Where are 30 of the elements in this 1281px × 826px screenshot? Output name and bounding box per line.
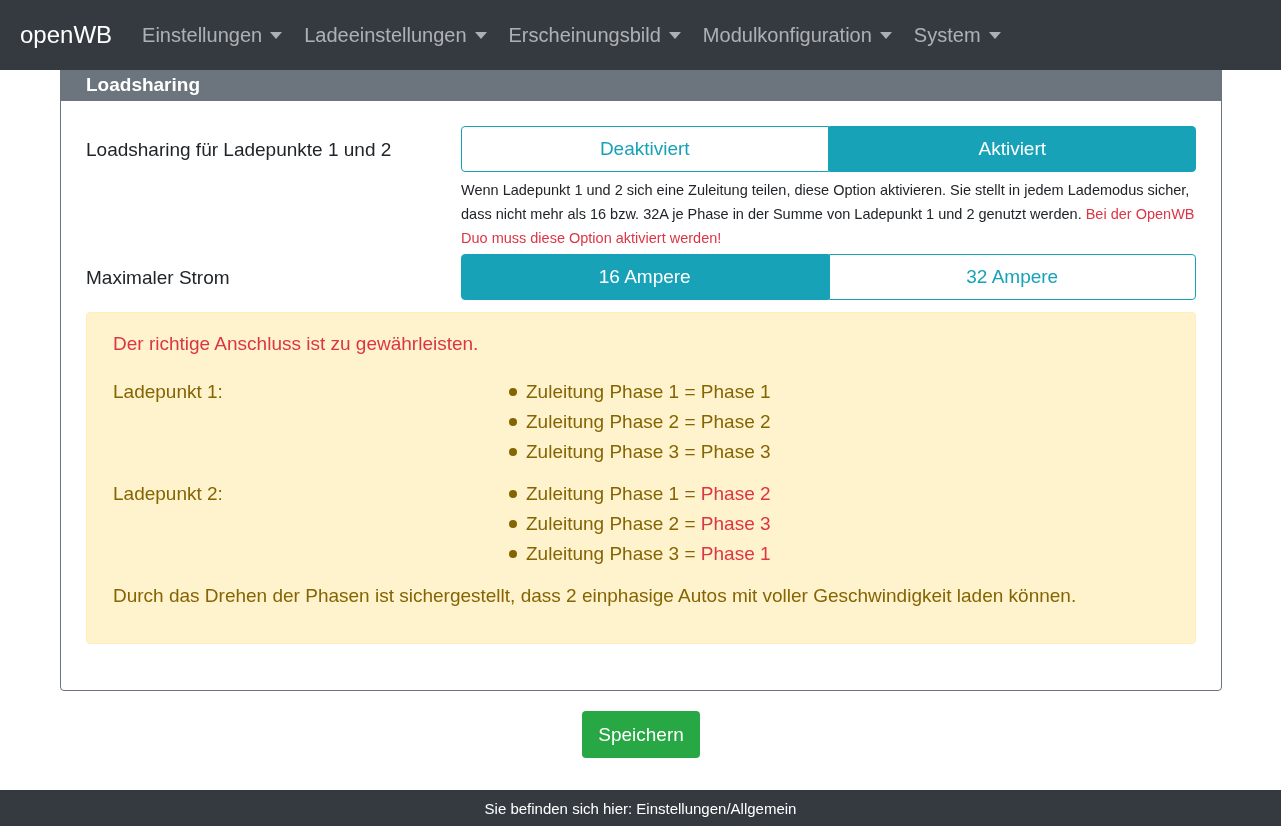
note-text: Durch das Drehen der Phasen ist sichergestellt, dass 2 einphasige Autos mit voller Geschwindigkeit laden können. — [113, 585, 1078, 607]
bullet-icon — [509, 418, 517, 426]
caret-icon — [988, 31, 1001, 39]
caret-icon — [474, 31, 487, 39]
chargepoint-label: Ladepunkt 2: — [113, 483, 224, 506]
phase-mapping: Zuleitung Phase 1 = Phase 1 — [526, 381, 771, 403]
breadcrumb-footer: Sie befinden sich hier: Einstellungen/Allgemein — [0, 790, 1281, 826]
save-button[interactable]: Speichern — [582, 711, 700, 758]
caret-icon — [270, 31, 283, 39]
caret-icon — [879, 31, 892, 39]
caret-icon — [668, 31, 681, 39]
phase-mapping: Zuleitung Phase 3 = Phase 3 — [526, 441, 771, 463]
toggle-option[interactable]: Deaktiviert — [461, 126, 829, 172]
toggle-option[interactable]: 32 Ampere — [828, 254, 1196, 300]
chargepoint-label: Ladepunkt 1: — [113, 381, 224, 404]
phase-mapping: Zuleitung Phase 3 = Phase 1 — [526, 543, 771, 565]
bullet-icon — [509, 520, 517, 528]
bullet-icon — [509, 550, 517, 558]
phase-mapping: Zuleitung Phase 2 = Phase 3 — [526, 513, 771, 535]
setting-label: Loadsharing für Ladepunkte 1 und 2 — [86, 138, 393, 162]
bullet-icon — [509, 448, 517, 456]
help-text: Wenn Ladepunkt 1 und 2 sich eine Zuleitung teilen, diese Option aktivieren. Sie stellt in jedem Lademodus sicher, dass nicht mehr als 16 bzw. 32A je Phase in der Summe von Ladepunkt 1 und 2 genutzt werden. Bei der OpenWB Duo muss diese Option aktiviert werden! — [461, 181, 1196, 248]
toggle-option[interactable]: Aktiviert — [828, 126, 1196, 172]
warning-text: Der richtige Anschluss ist zu gewährleisten. — [113, 333, 480, 355]
setting-label: Maximaler Strom — [86, 266, 231, 290]
toggle-option[interactable]: 16 Ampere — [461, 254, 829, 300]
phase-mapping: Zuleitung Phase 2 = Phase 2 — [526, 411, 771, 433]
bullet-icon — [509, 490, 517, 498]
phase-mapping: Zuleitung Phase 1 = Phase 2 — [526, 483, 771, 505]
bullet-icon — [509, 388, 517, 396]
